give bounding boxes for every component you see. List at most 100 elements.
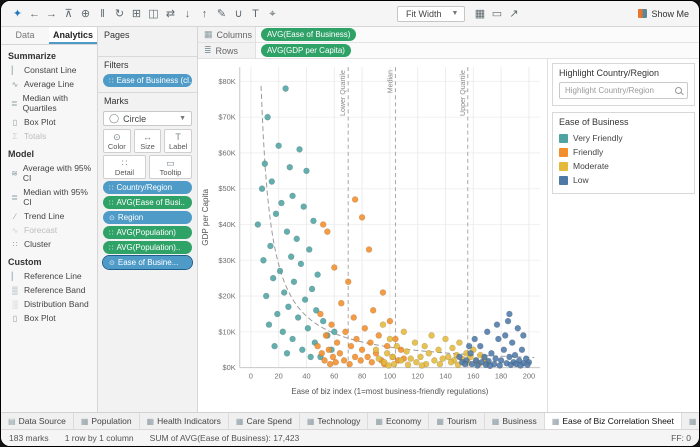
scatter-mark[interactable] (278, 199, 285, 207)
marks-pill[interactable]: ⊙ Region (103, 211, 192, 224)
analytics-item-box-plot[interactable]: ▯ Box Plot (1, 311, 97, 325)
marks-pill[interactable]: ⊙ Ease of Busine... (102, 255, 193, 270)
highlight-icon[interactable]: ✎ (213, 2, 230, 26)
scatter-mark[interactable] (260, 257, 267, 264)
scatter-mark[interactable] (333, 339, 341, 346)
scatter-mark[interactable] (321, 357, 328, 364)
scatter-mark[interactable] (495, 335, 502, 343)
group-members-icon[interactable]: ∪ (230, 2, 247, 26)
presentation-mode-icon[interactable]: ▭ (488, 2, 505, 26)
scatter-mark[interactable] (297, 260, 305, 268)
sheet-tab-care-spend[interactable]: ▦ Care Spend (229, 413, 300, 429)
scatter-mark[interactable] (403, 348, 410, 355)
scatter-mark[interactable] (267, 242, 274, 250)
scatter-mark[interactable] (500, 346, 508, 354)
scatter-mark[interactable] (471, 335, 478, 343)
scatter-mark[interactable] (504, 317, 512, 325)
scatter-mark[interactable] (449, 344, 456, 352)
size-button[interactable]: ↔ Size (133, 129, 162, 153)
sort-descending-icon[interactable]: ↑ (196, 2, 213, 26)
scatter-mark[interactable] (262, 292, 270, 300)
pages-drop-area[interactable] (98, 42, 197, 56)
scatter-mark[interactable] (287, 253, 295, 260)
scatter-mark[interactable] (456, 339, 463, 346)
scatter-mark[interactable] (332, 358, 339, 366)
scatter-mark[interactable] (317, 310, 324, 318)
scatter-mark[interactable] (407, 355, 415, 362)
new-worksheet-icon[interactable]: ⊞ (128, 2, 145, 26)
sheet-tab-data-source[interactable]: ▤ Data Source (1, 413, 74, 429)
show-hide-cards-icon[interactable]: ▦ (471, 2, 488, 26)
scatter-mark[interactable] (276, 267, 284, 275)
scatter-mark[interactable] (404, 361, 412, 369)
rows-shelf[interactable]: ≣ Rows AVG(GDP per Capita) (198, 43, 699, 59)
scatter-mark[interactable] (502, 332, 509, 339)
scatter-mark[interactable] (283, 228, 291, 235)
scatter-mark[interactable] (322, 332, 330, 339)
filter-pill[interactable]: ∷ Ease of Business (cl.. (103, 74, 192, 87)
scatter-mark[interactable] (492, 355, 499, 362)
scatter-mark[interactable] (274, 310, 281, 318)
sheet-tab-technology[interactable]: ▦ Technology (300, 413, 369, 429)
fit-dropdown[interactable]: Fit Width ▼ (397, 5, 466, 22)
sheet-tab-business[interactable]: ▦ Business (485, 413, 545, 429)
scatter-mark[interactable] (425, 350, 433, 357)
refresh-icon[interactable]: ↻ (111, 2, 128, 26)
scatter-mark[interactable] (428, 332, 435, 339)
scatter-mark[interactable] (520, 332, 527, 339)
scatter-mark[interactable] (413, 358, 420, 366)
scatter-mark[interactable] (345, 278, 352, 286)
scatter-mark[interactable] (293, 235, 300, 243)
analytics-item-reference-line[interactable]: ▏ Reference Line (1, 269, 97, 283)
scatter-mark[interactable] (518, 346, 526, 354)
scatter-mark[interactable] (447, 358, 455, 366)
scatter-mark[interactable] (383, 342, 391, 350)
scatter-mark[interactable] (286, 163, 294, 171)
label-button[interactable]: T Label (164, 129, 193, 153)
scatter-mark[interactable] (351, 196, 359, 203)
mark-type-dropdown[interactable]: ◯ Circle ▼ (103, 111, 192, 126)
analytics-item-constant-line[interactable]: ▏ Constant Line (1, 63, 97, 77)
detail-button[interactable]: ∷ Detail (103, 155, 146, 179)
scatter-plot-svg[interactable]: $0K $10K $20K $30K $40K $50K $60K $70K $80K 0 20 40… (198, 59, 547, 412)
scatter-mark[interactable] (379, 321, 387, 328)
swap-axes-icon[interactable]: ⇄ (162, 2, 179, 26)
scatter-mark[interactable] (435, 346, 442, 354)
scatter-mark[interactable] (514, 325, 521, 332)
scatter-mark[interactable] (386, 335, 394, 343)
analytics-item-median-with-quartiles[interactable]: ≣ Median with Quartiles (1, 91, 97, 115)
scatter-mark[interactable] (461, 360, 469, 368)
analytics-item-average-with-95-ci[interactable]: ≋ Average with 95% CI (1, 161, 97, 185)
scatter-mark[interactable] (361, 325, 369, 332)
analytics-item-average-line[interactable]: ∿ Average Line (1, 77, 97, 91)
scatter-mark[interactable] (506, 353, 513, 361)
scatter-mark[interactable] (254, 221, 262, 228)
scatter-mark[interactable] (307, 353, 314, 361)
scatter-mark[interactable] (338, 299, 345, 307)
trend-line[interactable] (260, 85, 535, 359)
scatter-mark[interactable] (279, 328, 287, 336)
scatter-mark[interactable] (375, 332, 382, 339)
scatter-mark[interactable] (390, 360, 398, 368)
scatter-mark[interactable] (283, 350, 291, 357)
scatter-mark[interactable] (324, 228, 331, 235)
scatter-mark[interactable] (265, 321, 273, 328)
sheet-tab-global-indicators[interactable]: ▦Global Indicators (682, 413, 699, 429)
color-button[interactable]: ⊙ Color (103, 129, 131, 153)
scatter-mark[interactable] (477, 342, 484, 350)
scatter-mark[interactable] (318, 350, 326, 357)
scatter-mark[interactable] (496, 362, 504, 369)
scatter-mark[interactable] (493, 321, 501, 328)
scatter-mark[interactable] (474, 362, 481, 369)
marks-pill[interactable]: ∷ Country/Region (103, 181, 192, 194)
undo-icon[interactable]: ← (26, 2, 43, 26)
scatter-mark[interactable] (272, 210, 280, 218)
tableau-logo[interactable]: ✦ (9, 2, 26, 26)
scatter-mark[interactable] (357, 357, 364, 364)
scatter-mark[interactable] (258, 185, 266, 192)
marks-pill[interactable]: ∷ AVG(Ease of Busi.. (103, 196, 192, 209)
scatter-mark[interactable] (347, 342, 355, 350)
scatter-mark[interactable] (340, 357, 348, 364)
scatter-mark[interactable] (379, 289, 387, 296)
scatter-mark[interactable] (314, 271, 321, 278)
